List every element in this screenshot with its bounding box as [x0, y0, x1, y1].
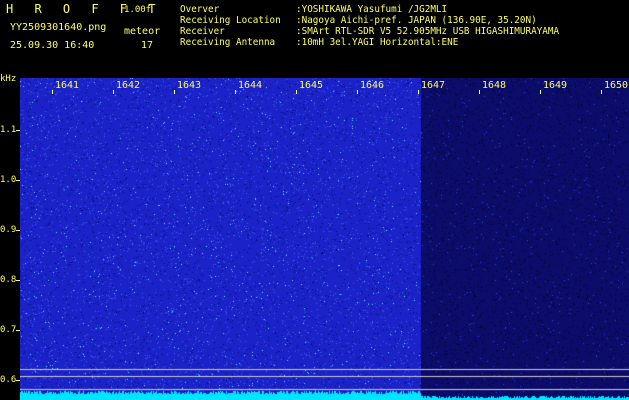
x-tick-mark: [540, 90, 541, 94]
y-tick-mark: [16, 280, 20, 281]
meteor-count: 17: [141, 40, 154, 51]
x-tick-mark: [357, 90, 358, 94]
y-axis-unit: kHz: [0, 74, 17, 84]
y-tick-mark: [16, 330, 20, 331]
y-tick-label: 1.0: [0, 175, 17, 185]
x-tick-label: 1649: [543, 80, 568, 91]
x-tick-label: 1648: [482, 80, 507, 91]
x-tick-mark: [174, 90, 175, 94]
x-tick-mark: [296, 90, 297, 94]
y-tick-label: 0.7: [0, 325, 17, 335]
y-tick-mark: [16, 380, 20, 381]
info-key: Overver: [180, 4, 220, 15]
x-tick-label: 1644: [238, 80, 263, 91]
y-tick-label: 0.9: [0, 225, 17, 235]
y-tick-label: 1.1: [0, 125, 17, 135]
y-tick-label: 0.6: [0, 375, 17, 385]
x-tick-mark: [235, 90, 236, 94]
version-label: 1.00f: [124, 5, 152, 15]
x-tick-label: 1643: [177, 80, 202, 91]
x-tick-label: 1645: [299, 80, 324, 91]
mode-label: meteor: [124, 26, 161, 37]
x-tick-label: 1646: [360, 80, 385, 91]
info-value: :SMArt RTL-SDR V5 52.905MHz USB HIGASHIM…: [296, 26, 560, 37]
info-row-location: Receiving Location :Nagoya Aichi-pref. J…: [180, 15, 559, 26]
info-row-receiver: Receiver :SMArt RTL-SDR V5 52.905MHz USB…: [180, 26, 559, 37]
x-tick-mark: [52, 90, 53, 94]
info-value: :YOSHIKAWA Yasufumi /JG2MLI: [296, 4, 448, 15]
x-tick-label: 1641: [55, 80, 80, 91]
x-tick-mark: [601, 90, 602, 94]
x-tick-mark: [113, 90, 114, 94]
info-row-observer: Overver :YOSHIKAWA Yasufumi /JG2MLI: [180, 4, 559, 15]
info-value: :Nagoya Aichi-pref. JAPAN (136.90E, 35.2…: [296, 15, 537, 26]
x-tick-label: 1642: [116, 80, 141, 91]
info-key: Receiving Location: [180, 15, 281, 26]
timestamp-label: 25.09.30 16:40: [10, 40, 95, 51]
y-tick-mark: [16, 180, 20, 181]
x-tick-label: 1647: [421, 80, 446, 91]
spectrogram-plot: kHz 1.1 1.0 0.9 0.8 0.7 0.6 1641 1642 1643 1644 1…: [0, 74, 629, 400]
info-value: :10mH 3el.YAGI Horizontal:ENE: [296, 37, 459, 48]
x-tick-mark: [418, 90, 419, 94]
x-tick-label: 1650: [604, 80, 629, 91]
info-key: Receiving Antenna: [180, 37, 276, 48]
y-tick-mark: [16, 130, 20, 131]
waterfall-canvas: [20, 78, 629, 400]
station-info: Overver :YOSHIKAWA Yasufumi /JG2MLI Rece…: [180, 4, 559, 48]
info-row-antenna: Receiving Antenna :10mH 3el.YAGI Horizon…: [180, 37, 559, 48]
y-tick-mark: [16, 230, 20, 231]
info-key: Receiver: [180, 26, 225, 37]
filename-label: YY2509301640.png: [10, 22, 107, 33]
hrofft-window: H R O F F T 1.00f YY2509301640.png meteo…: [0, 0, 629, 400]
y-tick-label: 0.8: [0, 275, 17, 285]
x-tick-mark: [479, 90, 480, 94]
